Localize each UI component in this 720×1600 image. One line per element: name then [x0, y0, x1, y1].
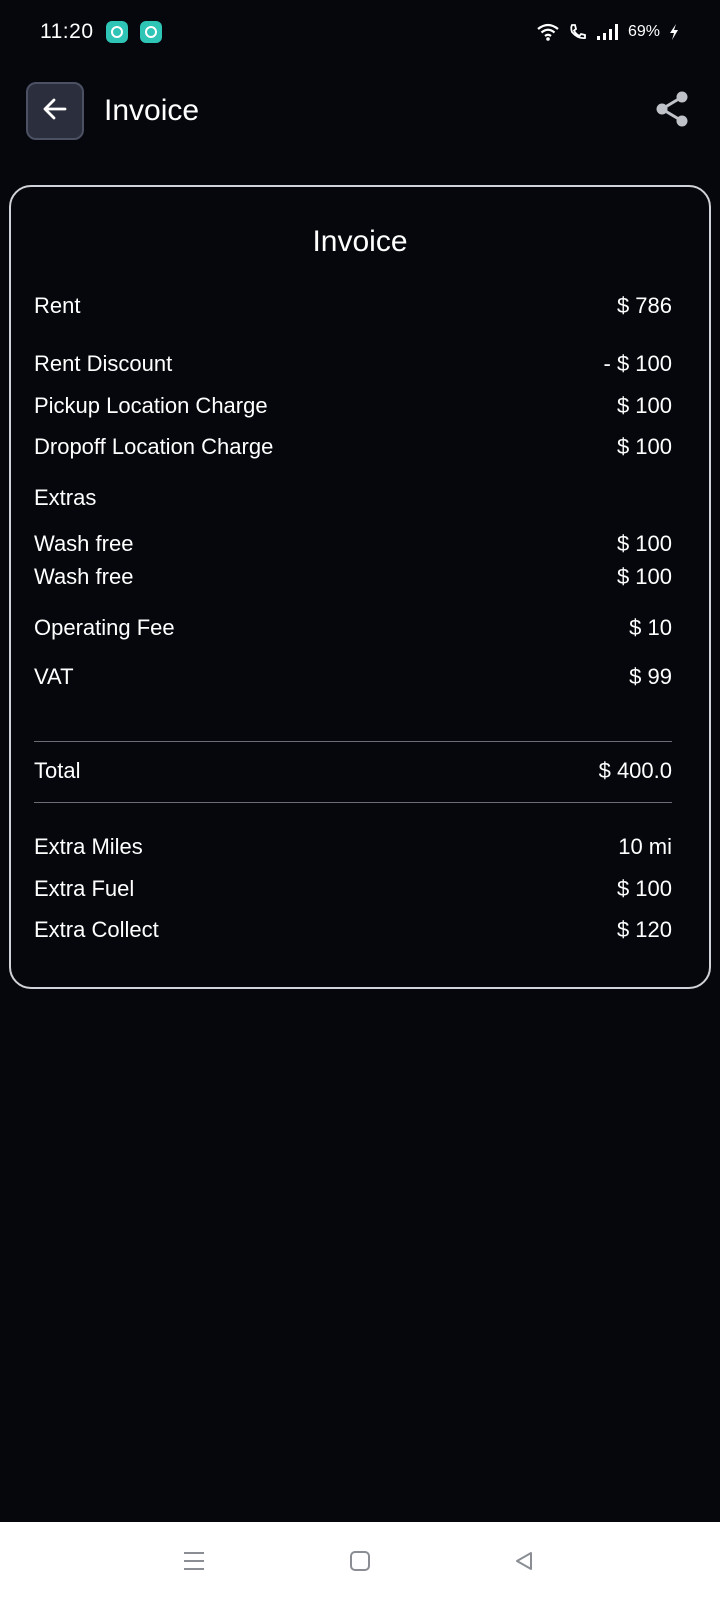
vat-row: VAT $ 99	[34, 664, 672, 690]
total-label: Total	[34, 758, 81, 783]
status-bar: 11:20 69%	[0, 0, 720, 64]
vat-label: VAT	[34, 664, 74, 689]
extra-collect-value: $ 120	[616, 917, 672, 942]
status-time: 11:20	[40, 20, 94, 43]
extra-item-value: $ 100	[616, 564, 672, 589]
divider	[34, 802, 672, 803]
battery-percent: 69%	[627, 23, 660, 40]
extra-fuel-value: $ 100	[616, 876, 672, 901]
menu-icon[interactable]	[182, 1550, 206, 1572]
extra-item-label: Wash free	[34, 531, 134, 556]
extra-item-row: Wash free $ 100	[34, 531, 672, 557]
signal-icon	[596, 23, 620, 41]
status-left: 11:20	[40, 20, 162, 44]
share-icon	[654, 90, 690, 133]
rent-discount-row: Rent Discount - $ 100	[34, 351, 672, 377]
dropoff-charge-label: Dropoff Location Charge	[34, 434, 274, 459]
rent-value: $ 786	[616, 293, 672, 318]
wifi-icon	[536, 22, 560, 42]
divider	[34, 741, 672, 742]
operating-fee-value: $ 10	[629, 615, 672, 640]
rent-row: Rent $ 786	[34, 293, 672, 319]
status-right: 69%	[536, 22, 680, 42]
extra-miles-value: 10 mi	[618, 834, 672, 859]
app-bar: Invoice	[0, 74, 720, 148]
system-nav-bar	[0, 1522, 720, 1600]
extras-heading-row: Extras	[34, 485, 672, 511]
extras-heading: Extras	[34, 485, 97, 510]
invoice-card: Invoice Rent $ 786 Rent Discount - $ 100…	[9, 185, 711, 989]
pickup-charge-row: Pickup Location Charge $ 100	[34, 393, 672, 419]
extra-fuel-label: Extra Fuel	[34, 876, 135, 901]
back-button[interactable]	[26, 82, 84, 140]
vat-value: $ 99	[629, 664, 672, 689]
rent-discount-value: - $ 100	[603, 351, 673, 376]
extra-fuel-row: Extra Fuel $ 100	[34, 876, 672, 902]
total-row: Total $ 400.0	[34, 758, 672, 784]
back-triangle-icon[interactable]	[513, 1550, 535, 1572]
extra-item-value: $ 100	[616, 531, 672, 556]
page-title: Invoice	[104, 94, 200, 127]
extra-collect-label: Extra Collect	[34, 917, 159, 942]
invoice-title: Invoice	[312, 225, 408, 258]
home-icon[interactable]	[349, 1550, 371, 1572]
arrow-left-icon	[40, 94, 70, 129]
pickup-charge-value: $ 100	[616, 393, 672, 418]
rent-discount-label: Rent Discount	[34, 351, 173, 376]
operating-fee-row: Operating Fee $ 10	[34, 615, 672, 641]
extra-item-label: Wash free	[34, 564, 134, 589]
app-notification-icon	[139, 21, 162, 43]
dropoff-charge-value: $ 100	[616, 434, 672, 459]
extra-miles-label: Extra Miles	[34, 834, 143, 859]
pickup-charge-label: Pickup Location Charge	[34, 393, 268, 418]
wifi-call-icon	[568, 22, 588, 42]
app-notification-icon	[105, 21, 128, 43]
extra-item-row: Wash free $ 100	[34, 564, 672, 590]
extra-miles-row: Extra Miles 10 mi	[34, 834, 672, 860]
charging-icon	[668, 23, 680, 41]
rent-label: Rent	[34, 293, 81, 318]
total-value: $ 400.0	[598, 758, 672, 783]
share-button[interactable]	[650, 89, 694, 133]
dropoff-charge-row: Dropoff Location Charge $ 100	[34, 434, 672, 460]
operating-fee-label: Operating Fee	[34, 615, 175, 640]
extra-collect-row: Extra Collect $ 120	[34, 917, 672, 943]
